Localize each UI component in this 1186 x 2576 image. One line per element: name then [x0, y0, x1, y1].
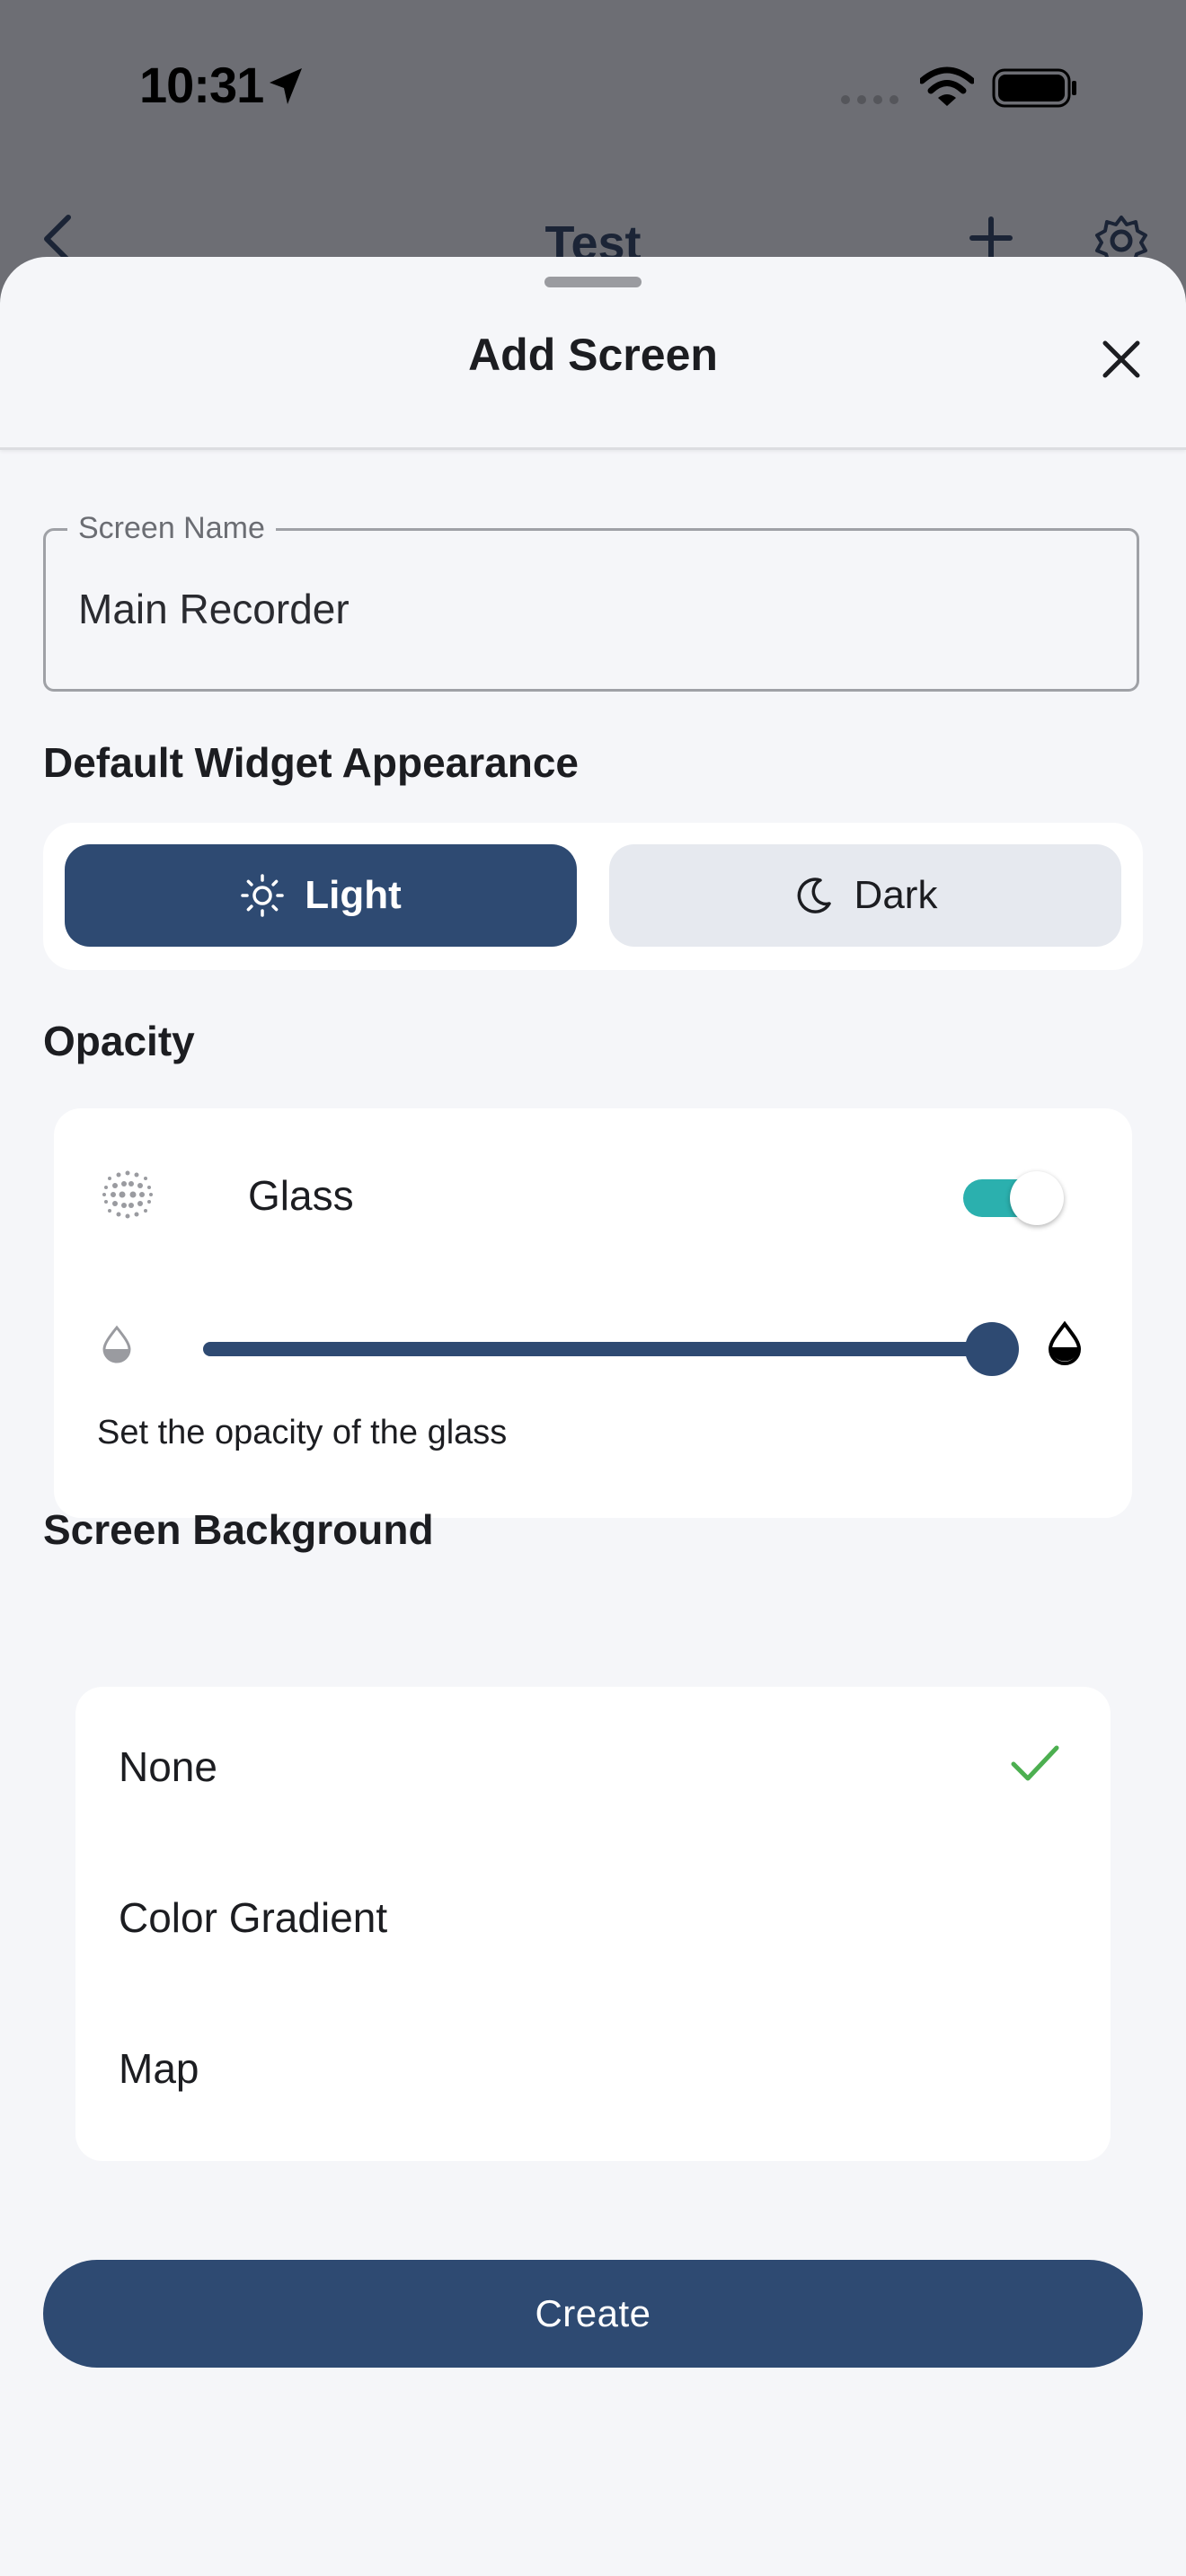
opacity-slider[interactable] [203, 1320, 1019, 1378]
opacity-heading: Opacity [43, 1018, 195, 1064]
appearance-option-dark[interactable]: Dark [609, 844, 1121, 947]
screen-name-input[interactable]: Main Recorder [78, 585, 350, 633]
opacity-card: Glass Set the opacity of the glass [54, 1108, 1132, 1518]
drop-low-opacity-icon [102, 1325, 131, 1363]
checkmark-icon [1011, 1745, 1059, 1781]
glass-toggle[interactable] [963, 1171, 1067, 1225]
wifi-icon [920, 66, 974, 106]
background-option-none[interactable]: None [75, 1687, 1111, 1838]
location-arrow-icon [270, 68, 302, 104]
glass-label: Glass [248, 1172, 354, 1219]
appearance-heading: Default Widget Appearance [43, 739, 579, 786]
add-screen-sheet: Add Screen Screen Name Main Recorder Def… [0, 257, 1186, 2576]
screen-name-label: Screen Name [67, 511, 276, 546]
sheet-title: Add Screen [468, 330, 718, 380]
status-time: 10:31 [139, 57, 264, 113]
opacity-slider-thumb[interactable] [965, 1322, 1019, 1376]
background-option-map[interactable]: Map [75, 1989, 1111, 2139]
background-option-label: Color Gradient [119, 1894, 388, 1941]
sheet-header: Add Screen [0, 257, 1186, 450]
appearance-segmented-control: Light Dark [43, 823, 1143, 970]
create-button[interactable]: Create [43, 2260, 1143, 2368]
screen-background-heading: Screen Background [43, 1506, 434, 1553]
appearance-option-label: Dark [854, 873, 938, 917]
opacity-help-text: Set the opacity of the glass [97, 1414, 508, 1451]
drop-high-opacity-icon [1048, 1320, 1082, 1365]
glass-toggle-knob [1010, 1171, 1064, 1225]
close-icon[interactable] [1094, 332, 1148, 386]
screen-background-list: None Color Gradient Map [75, 1687, 1111, 2161]
cellular-signal-icon [841, 95, 898, 104]
screen-name-field[interactable]: Screen Name Main Recorder [43, 511, 1139, 692]
background-option-color-gradient[interactable]: Color Gradient [75, 1838, 1111, 1989]
battery-icon [992, 68, 1076, 108]
glass-dots-icon [102, 1170, 153, 1219]
plus-icon[interactable] [969, 216, 1013, 260]
appearance-option-label: Light [305, 873, 402, 917]
status-bar: 10:31 [0, 0, 1186, 180]
background-option-label: None [119, 1743, 217, 1790]
moon-icon [797, 878, 831, 913]
background-option-label: Map [119, 2045, 199, 2092]
opacity-slider-fill [203, 1342, 992, 1356]
sun-icon [241, 874, 284, 917]
appearance-option-light[interactable]: Light [65, 844, 577, 947]
